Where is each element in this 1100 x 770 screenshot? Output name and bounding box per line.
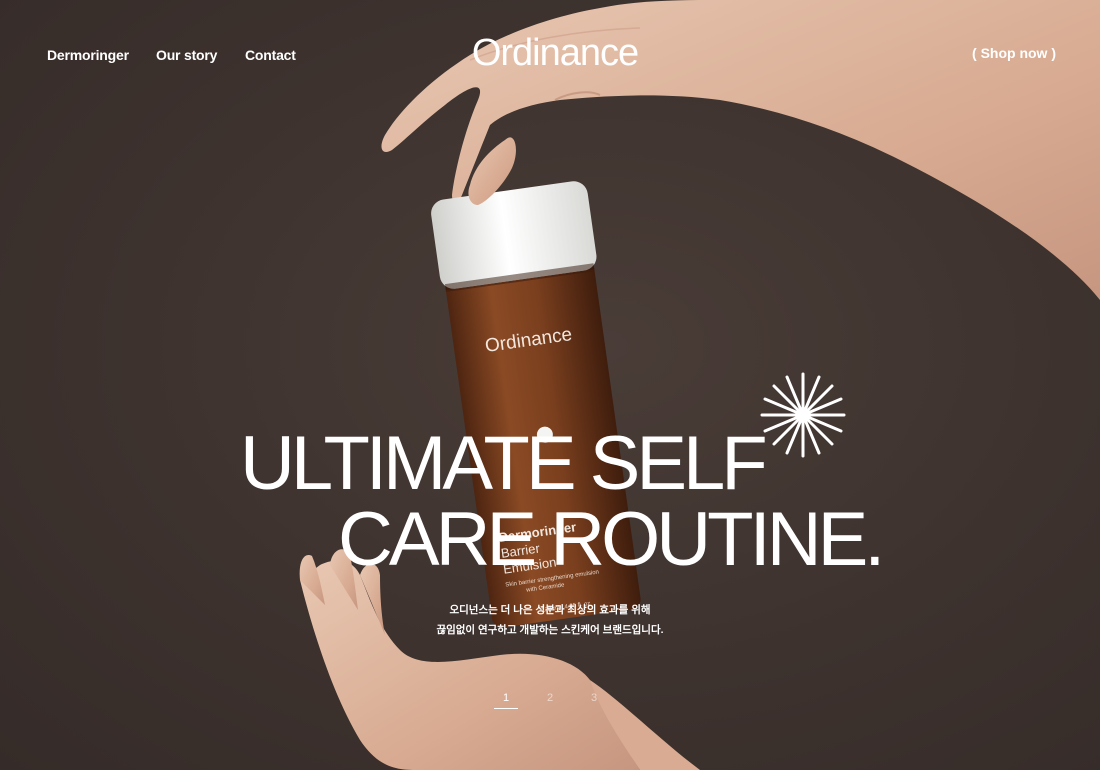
hero-description: 오디넌스는 더 나은 성분과 최상의 효과를 위해 끊임없이 연구하고 개발하는… bbox=[350, 600, 750, 640]
nav-link-contact[interactable]: Contact bbox=[245, 47, 296, 63]
shop-now-button[interactable]: ( Shop now ) bbox=[972, 45, 1056, 61]
sparkle-icon bbox=[760, 372, 846, 458]
nav-link-dermoringer[interactable]: Dermoringer bbox=[47, 47, 129, 63]
slide-page-1[interactable]: 1 bbox=[494, 692, 518, 709]
hero-product-photo: Ordinance Dermoringer Barrier Emulsion S… bbox=[299, 0, 1100, 770]
hero-description-line-2: 끊임없이 연구하고 개발하는 스킨케어 브랜드입니다. bbox=[436, 624, 664, 636]
brand-logo[interactable]: Ordinance bbox=[455, 32, 655, 75]
slide-page-3[interactable]: 3 bbox=[582, 692, 606, 708]
hero-section: Ordinance Dermoringer Barrier Emulsion S… bbox=[0, 0, 1100, 770]
slide-page-2[interactable]: 2 bbox=[538, 692, 562, 708]
slide-pager: 1 2 3 bbox=[480, 692, 620, 714]
nav-link-our-story[interactable]: Our story bbox=[156, 47, 217, 63]
hero-description-line-1: 오디넌스는 더 나은 성분과 최상의 효과를 위해 bbox=[449, 604, 651, 616]
hero-headline-line-1: ULTIMATE SELF bbox=[240, 421, 768, 506]
hero-headline-line-2: CARE ROUTINE. bbox=[338, 497, 885, 582]
